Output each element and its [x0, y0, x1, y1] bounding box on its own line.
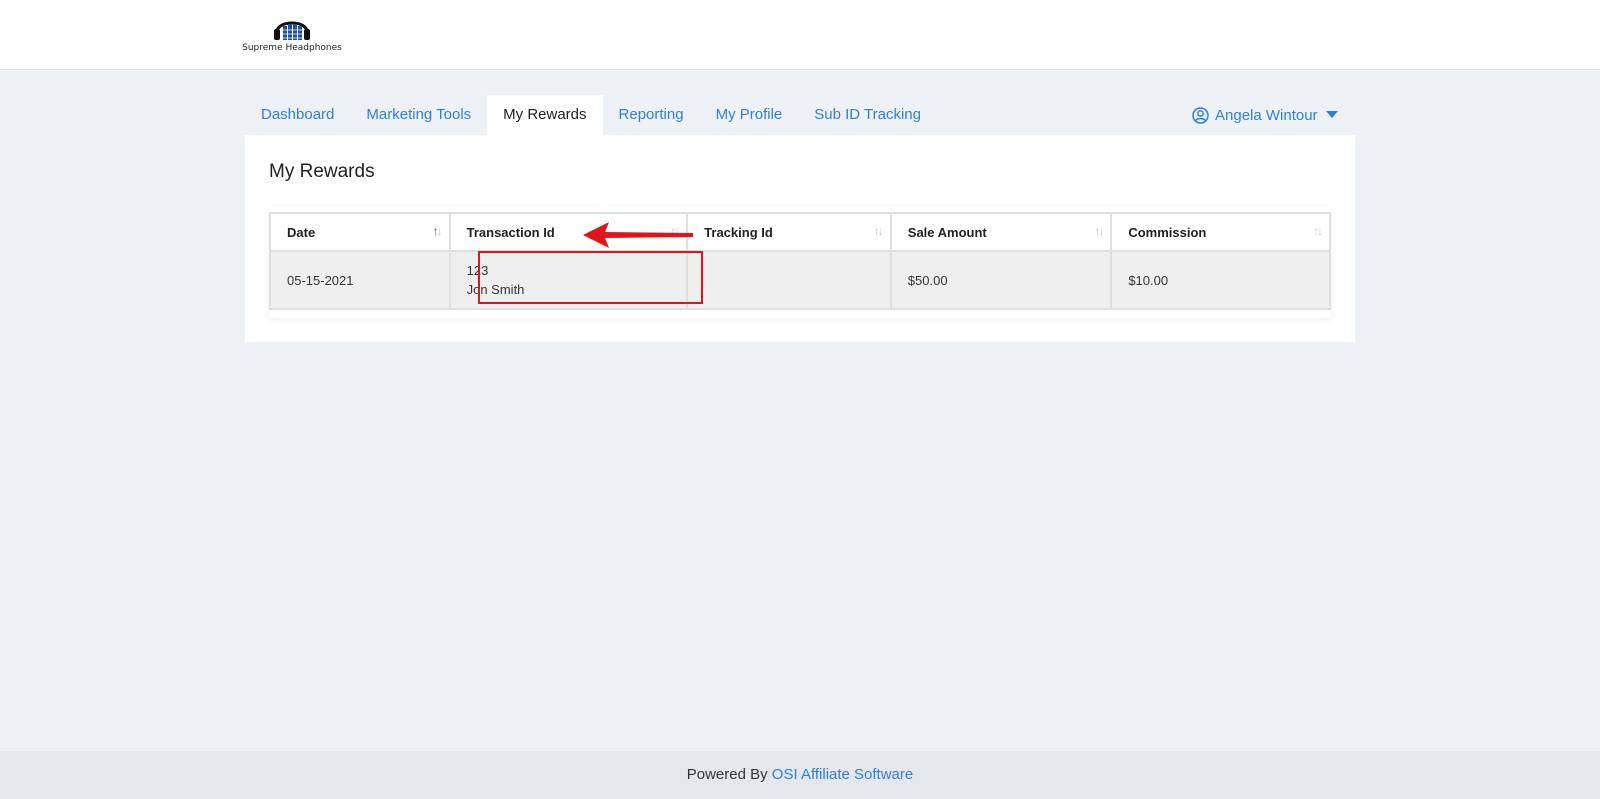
footer: Powered By OSI Affiliate Software [0, 751, 1600, 799]
brand-logo[interactable]: Supreme Headphones [242, 14, 342, 56]
column-header-date[interactable]: Date ↑↓ [269, 212, 451, 252]
sort-icon[interactable]: ↑↓ [670, 224, 680, 238]
main-nav: Dashboard Marketing Tools My Rewards Rep… [245, 95, 937, 135]
table-row: 05-15-2021 123 Jon Smith $50.00 $10.00 [269, 250, 1331, 310]
transaction-id-value: 123 [466, 263, 489, 278]
column-header-label: Transaction Id [466, 224, 555, 240]
sort-icon[interactable]: ↑↓ [1094, 224, 1104, 238]
top-header: Supreme Headphones [0, 0, 1600, 70]
nav-tab-my-profile[interactable]: My Profile [700, 95, 799, 135]
rewards-table-card: Date ↑↓ Transaction Id ↑↓ Tracking Id ↑↓… [269, 206, 1331, 318]
transaction-customer-name: Jon Smith [466, 282, 525, 297]
nav-tab-dashboard[interactable]: Dashboard [245, 95, 350, 135]
cell-commission: $10.00 [1110, 250, 1331, 310]
footer-link[interactable]: OSI Affiliate Software [772, 766, 913, 783]
brand-name: Supreme Headphones [242, 43, 342, 53]
rewards-panel: My Rewards Date ↑↓ Transaction Id ↑↓ Tra… [245, 135, 1355, 342]
nav-tab-my-rewards[interactable]: My Rewards [487, 95, 603, 135]
column-header-label: Commission [1128, 224, 1207, 240]
nav-tab-marketing-tools[interactable]: Marketing Tools [350, 95, 487, 135]
cell-date: 05-15-2021 [269, 250, 451, 310]
rewards-table: Date ↑↓ Transaction Id ↑↓ Tracking Id ↑↓… [269, 212, 1331, 310]
user-menu[interactable]: Angela Wintour [1192, 95, 1338, 135]
column-header-commission[interactable]: Commission ↑↓ [1110, 212, 1331, 252]
sort-icon[interactable]: ↑↓ [433, 224, 443, 238]
sort-icon[interactable]: ↑↓ [1313, 224, 1323, 238]
caret-down-icon [1325, 111, 1338, 119]
user-circle-icon [1192, 106, 1209, 124]
nav-tab-reporting[interactable]: Reporting [603, 95, 700, 135]
column-header-label: Date [287, 224, 316, 240]
sort-icon[interactable]: ↑↓ [874, 224, 884, 238]
table-header-row: Date ↑↓ Transaction Id ↑↓ Tracking Id ↑↓… [269, 212, 1331, 252]
page-title: My Rewards [269, 161, 375, 182]
cell-transaction-id: 123 Jon Smith [448, 250, 689, 310]
user-name: Angela Wintour [1215, 106, 1318, 124]
column-header-label: Tracking Id [704, 224, 773, 240]
cell-tracking-id [686, 250, 892, 310]
footer-prefix: Powered By [686, 766, 768, 783]
column-header-transaction-id[interactable]: Transaction Id ↑↓ [448, 212, 689, 252]
headphones-icon [274, 21, 310, 40]
column-header-sale-amount[interactable]: Sale Amount ↑↓ [889, 212, 1113, 252]
nav-tab-sub-id-tracking[interactable]: Sub ID Tracking [798, 95, 937, 135]
column-header-label: Sale Amount [907, 224, 987, 240]
column-header-tracking-id[interactable]: Tracking Id ↑↓ [686, 212, 892, 252]
cell-sale-amount: $50.00 [889, 250, 1113, 310]
